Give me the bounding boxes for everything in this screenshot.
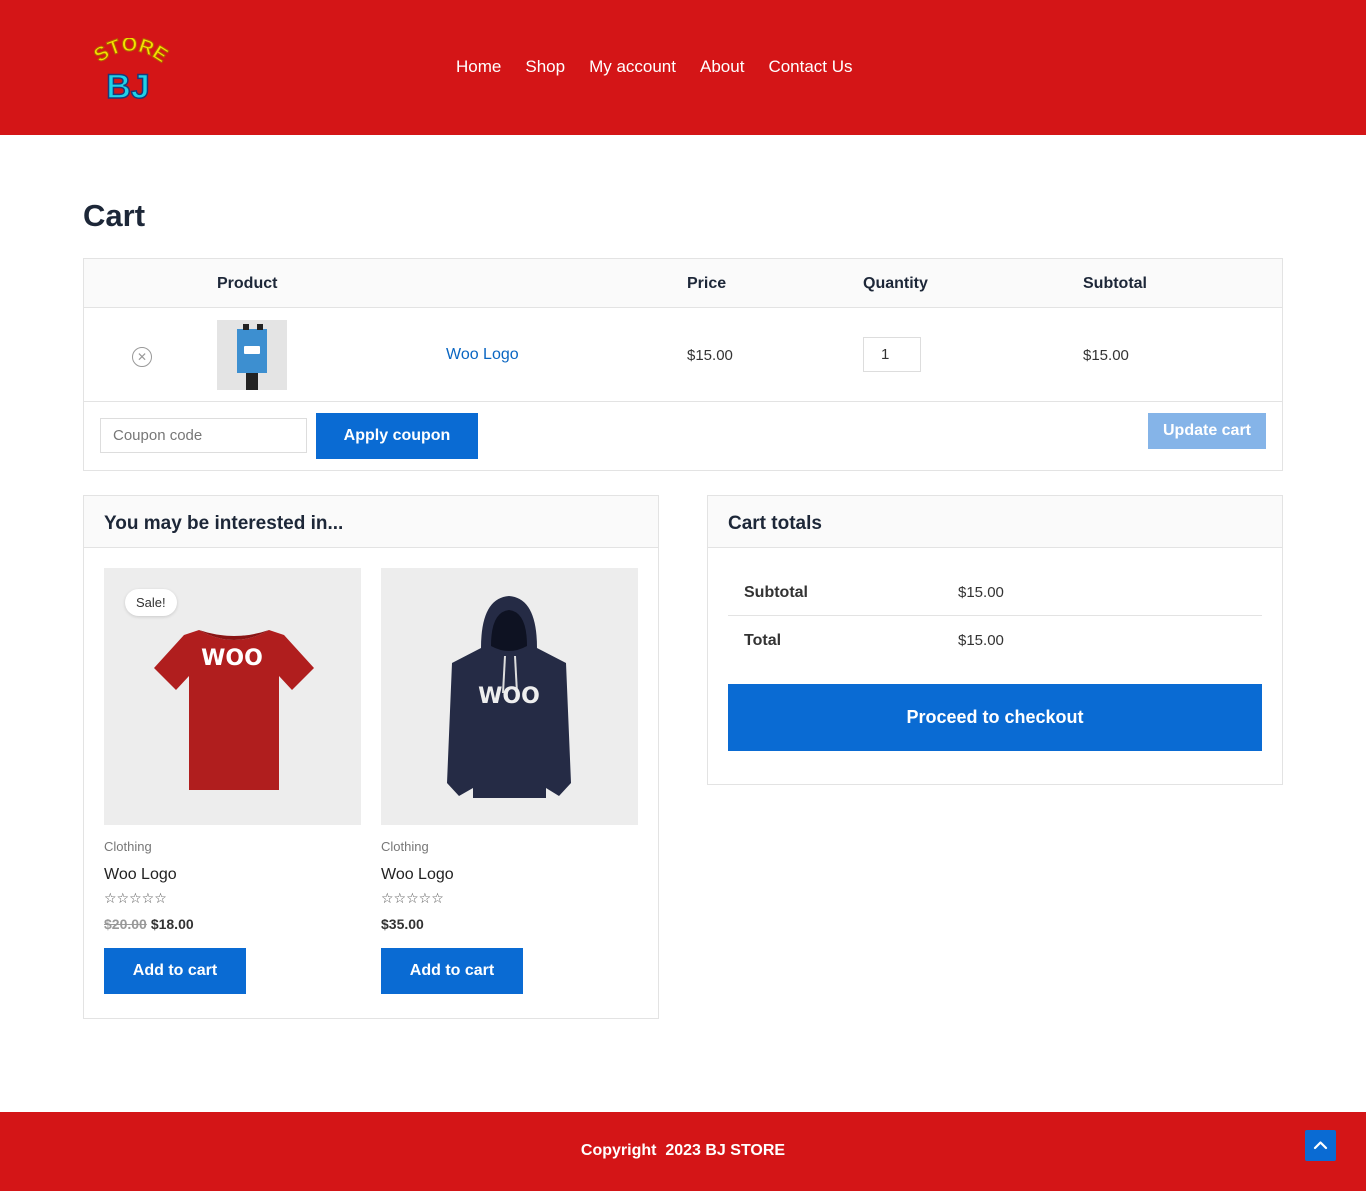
site-footer: Copyright 2023 BJ STORE bbox=[0, 1112, 1366, 1191]
cross-sells-section: You may be interested in... WOO Sale! Cl… bbox=[83, 495, 659, 1019]
site-logo[interactable]: STORE BJ bbox=[84, 38, 176, 108]
main-nav: Home Shop My account About Contact Us bbox=[456, 56, 853, 78]
coupon-code-input[interactable] bbox=[100, 418, 307, 453]
proceed-to-checkout-button[interactable]: Proceed to checkout bbox=[728, 684, 1262, 751]
product-card: WOO Sale! Clothing Woo Logo ☆☆☆☆☆ $20.00… bbox=[104, 568, 361, 994]
cart-item-row: ✕ Woo Logo $15.00 $15.00 bbox=[84, 308, 1282, 402]
svg-text:WOO: WOO bbox=[201, 646, 263, 671]
cross-sells-header: You may be interested in... bbox=[84, 496, 658, 548]
product-card: WOO Clothing Woo Logo ☆☆☆☆☆ $35.00 Add t… bbox=[381, 568, 638, 994]
header-subtotal: Subtotal bbox=[1083, 275, 1147, 292]
star-rating-icon: ☆☆☆☆☆ bbox=[104, 890, 167, 906]
svg-text:BJ: BJ bbox=[106, 68, 149, 106]
add-to-cart-button[interactable]: Add to cart bbox=[381, 948, 523, 994]
cart-table: Product Price Quantity Subtotal ✕ Woo Lo… bbox=[83, 258, 1283, 471]
svg-text:STORE: STORE bbox=[90, 38, 171, 67]
product-image-tshirt[interactable]: WOO Sale! bbox=[104, 568, 361, 825]
apply-coupon-button[interactable]: Apply coupon bbox=[316, 413, 478, 459]
site-header: STORE BJ Home Shop My account About Cont… bbox=[0, 0, 1366, 135]
copyright-text: Copyright 2023 BJ STORE bbox=[580, 1142, 786, 1159]
nav-item-contact-us[interactable]: Contact Us bbox=[768, 56, 852, 78]
poster-thumbnail-icon bbox=[217, 320, 287, 390]
cart-table-header: Product Price Quantity Subtotal bbox=[84, 259, 1282, 308]
nav-item-shop[interactable]: Shop bbox=[525, 56, 565, 78]
product-price: $20.00 $18.00 bbox=[104, 916, 194, 932]
navy-hoodie-icon: WOO bbox=[447, 596, 571, 798]
product-category[interactable]: Clothing bbox=[104, 839, 152, 854]
product-thumbnail[interactable] bbox=[217, 320, 287, 390]
totals-total-row: Total $15.00 bbox=[728, 616, 1262, 664]
add-to-cart-button[interactable]: Add to cart bbox=[104, 948, 246, 994]
svg-text:WOO: WOO bbox=[478, 684, 540, 709]
nav-item-home[interactable]: Home bbox=[456, 56, 501, 78]
cart-totals-header: Cart totals bbox=[708, 496, 1282, 548]
header-quantity: Quantity bbox=[863, 275, 928, 292]
remove-item-icon[interactable]: ✕ bbox=[132, 347, 152, 367]
cart-item-price: $15.00 bbox=[687, 347, 733, 364]
product-title[interactable]: Woo Logo bbox=[104, 866, 177, 884]
totals-total-value: $15.00 bbox=[958, 632, 1004, 649]
chevron-up-icon bbox=[1313, 1141, 1328, 1150]
sale-price: $18.00 bbox=[150, 916, 194, 932]
quantity-input[interactable] bbox=[863, 337, 921, 372]
original-price: $20.00 bbox=[104, 916, 147, 932]
totals-subtotal-label: Subtotal bbox=[744, 584, 808, 601]
totals-subtotal-value: $15.00 bbox=[958, 584, 1004, 601]
nav-item-my-account[interactable]: My account bbox=[589, 56, 676, 78]
product-image-hoodie[interactable]: WOO bbox=[381, 568, 638, 825]
cart-item-subtotal: $15.00 bbox=[1083, 347, 1129, 364]
scroll-to-top-button[interactable] bbox=[1305, 1130, 1336, 1161]
store-logo-icon: STORE BJ bbox=[90, 38, 172, 107]
header-product: Product bbox=[217, 275, 278, 292]
update-cart-button[interactable]: Update cart bbox=[1148, 413, 1266, 449]
sale-badge: Sale! bbox=[125, 589, 177, 616]
cross-sells-title: You may be interested in... bbox=[104, 513, 344, 534]
star-rating-icon: ☆☆☆☆☆ bbox=[381, 890, 444, 906]
cart-totals-section: Cart totals Subtotal $15.00 Total $15.00… bbox=[707, 495, 1283, 785]
product-title[interactable]: Woo Logo bbox=[381, 866, 454, 884]
header-price: Price bbox=[687, 275, 727, 292]
nav-item-about[interactable]: About bbox=[700, 56, 744, 78]
cart-totals-title: Cart totals bbox=[728, 513, 822, 534]
page-title: Cart bbox=[83, 198, 146, 233]
product-category[interactable]: Clothing bbox=[381, 839, 429, 854]
product-price: $35.00 bbox=[381, 916, 424, 932]
cart-item-name-link[interactable]: Woo Logo bbox=[446, 346, 519, 364]
totals-subtotal-row: Subtotal $15.00 bbox=[728, 568, 1262, 616]
totals-total-label: Total bbox=[744, 632, 782, 649]
